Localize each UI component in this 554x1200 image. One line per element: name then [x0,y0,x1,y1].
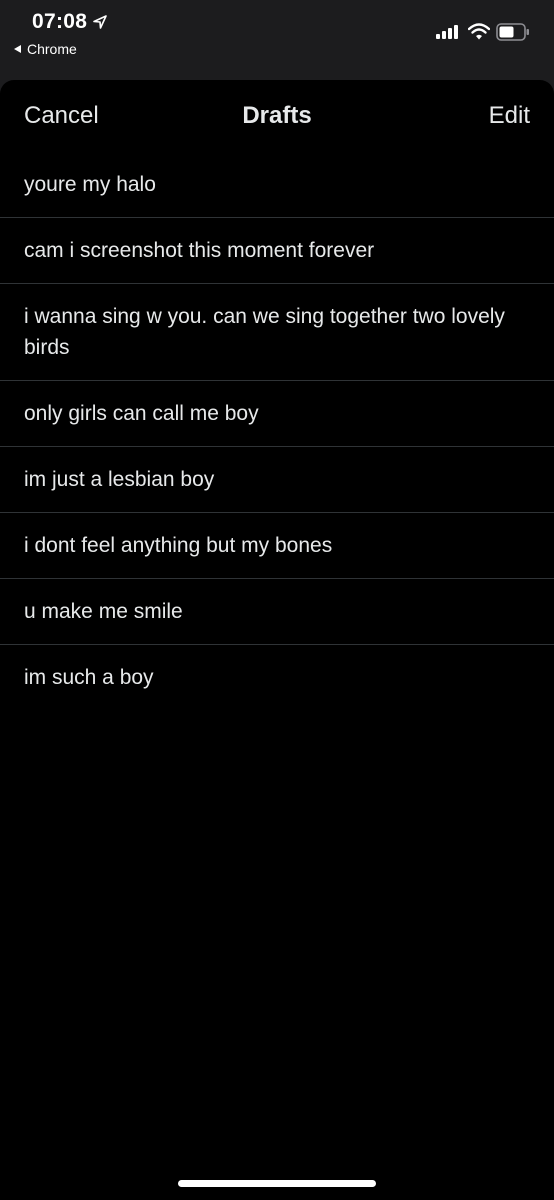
page-title: Drafts [242,102,312,129]
status-bar: 07:08 Chrome [0,0,554,80]
draft-item[interactable]: youre my halo [0,152,554,218]
draft-item[interactable]: i wanna sing w you. can we sing together… [0,284,554,381]
draft-item[interactable]: cam i screenshot this moment forever [0,218,554,284]
draft-list: youre my halo cam i screenshot this mome… [0,152,554,710]
status-time: 07:08 [32,10,88,33]
battery-icon [496,23,529,41]
nav-bar: Cancel Drafts Edit [0,80,554,152]
back-triangle-icon [14,45,21,53]
edit-button[interactable]: Edit [489,102,530,130]
back-app-label: Chrome [27,41,77,57]
draft-item[interactable]: u make me smile [0,579,554,645]
draft-item[interactable]: im such a boy [0,645,554,710]
drafts-sheet: Cancel Drafts Edit youre my halo cam i s… [0,80,554,1200]
draft-item[interactable]: only girls can call me boy [0,381,554,447]
wifi-icon [468,23,490,40]
location-arrow-icon [93,15,107,29]
draft-item[interactable]: i dont feel anything but my bones [0,513,554,579]
home-indicator[interactable] [178,1180,376,1187]
signal-icon [436,25,458,39]
back-to-app-button[interactable]: Chrome [14,41,77,57]
draft-item[interactable]: im just a lesbian boy [0,447,554,513]
